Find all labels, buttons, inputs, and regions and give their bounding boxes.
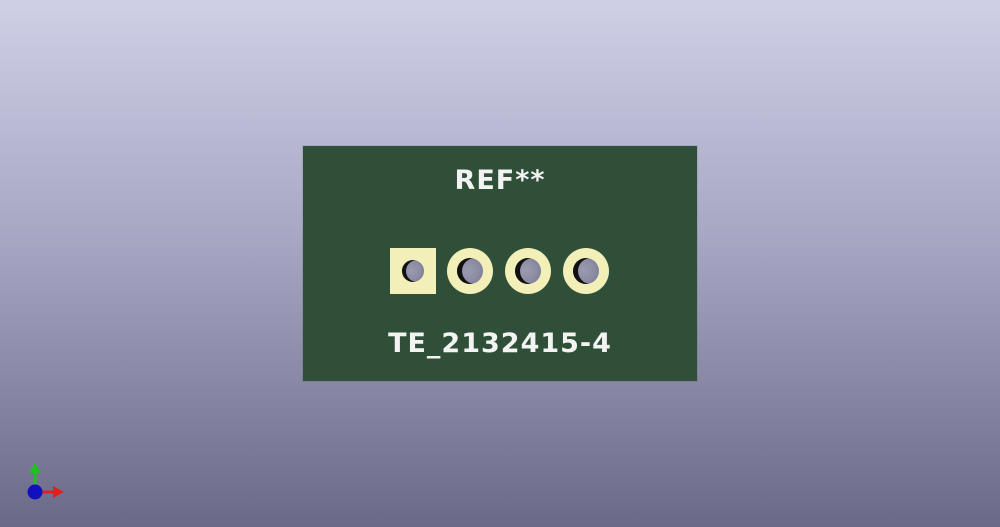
pad-1 xyxy=(390,248,436,294)
drill-hole xyxy=(573,258,599,284)
drill-hole xyxy=(515,258,541,284)
x-axis-arrow xyxy=(53,486,64,498)
z-axis-dot xyxy=(27,484,43,500)
reference-designator: REF** xyxy=(454,165,546,196)
footprint-value: TE_2132415-4 xyxy=(388,328,612,359)
pad-3 xyxy=(505,248,551,294)
axes-orientation-icon xyxy=(27,463,64,500)
pad-4 xyxy=(563,248,609,294)
3d-viewer-canvas[interactable]: REF** TE_2132415-4 xyxy=(0,0,1000,527)
drill-hole xyxy=(402,260,424,282)
pcb-board[interactable]: REF** TE_2132415-4 xyxy=(303,146,697,381)
drill-hole xyxy=(457,258,483,284)
pad-2 xyxy=(447,248,493,294)
y-axis-arrow xyxy=(29,463,41,473)
